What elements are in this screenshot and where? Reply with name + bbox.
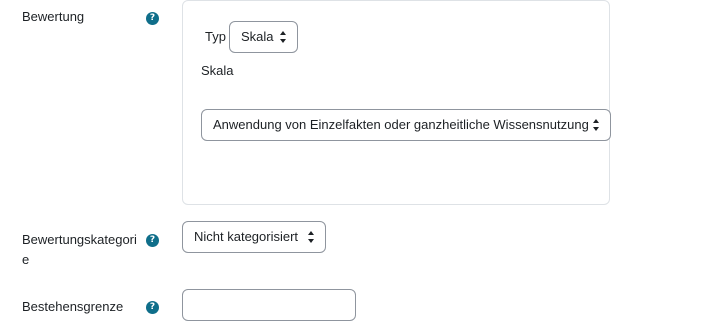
grading-type-select[interactable]: Skala <box>229 21 298 53</box>
grade-category-label: Bewertungskategori e <box>22 230 137 270</box>
question-circle-icon[interactable]: ? <box>146 234 159 247</box>
question-circle-icon[interactable]: ? <box>146 12 159 25</box>
grading-type-value: Skala <box>241 29 274 44</box>
grade-category-label-line1: Bewertungskategori <box>22 232 137 247</box>
grading-fieldset: Typ Skala Skala Anwendung von Einzelfakt… <box>182 0 611 205</box>
grade-category-select[interactable]: Nicht kategorisiert <box>182 221 326 253</box>
grading-scale-value: Anwendung von Einzelfakten oder ganzheit… <box>213 117 589 132</box>
grade-category-label-line2: e <box>22 252 30 267</box>
grading-scale-select[interactable]: Anwendung von Einzelfakten oder ganzheit… <box>201 109 611 141</box>
select-arrows-icon <box>280 31 287 43</box>
grading-label: Bewertung <box>22 9 85 24</box>
grade-category-value: Nicht kategorisiert <box>194 229 299 244</box>
select-arrows-icon <box>593 119 600 131</box>
pass-grade-label: Bestehensgrenze <box>22 299 124 314</box>
grading-scale-label: Skala <box>201 63 234 78</box>
pass-grade-input[interactable] <box>182 289 356 321</box>
grading-type-label: Typ <box>205 29 226 44</box>
select-arrows-icon <box>308 231 315 243</box>
question-circle-icon[interactable]: ? <box>146 301 159 314</box>
